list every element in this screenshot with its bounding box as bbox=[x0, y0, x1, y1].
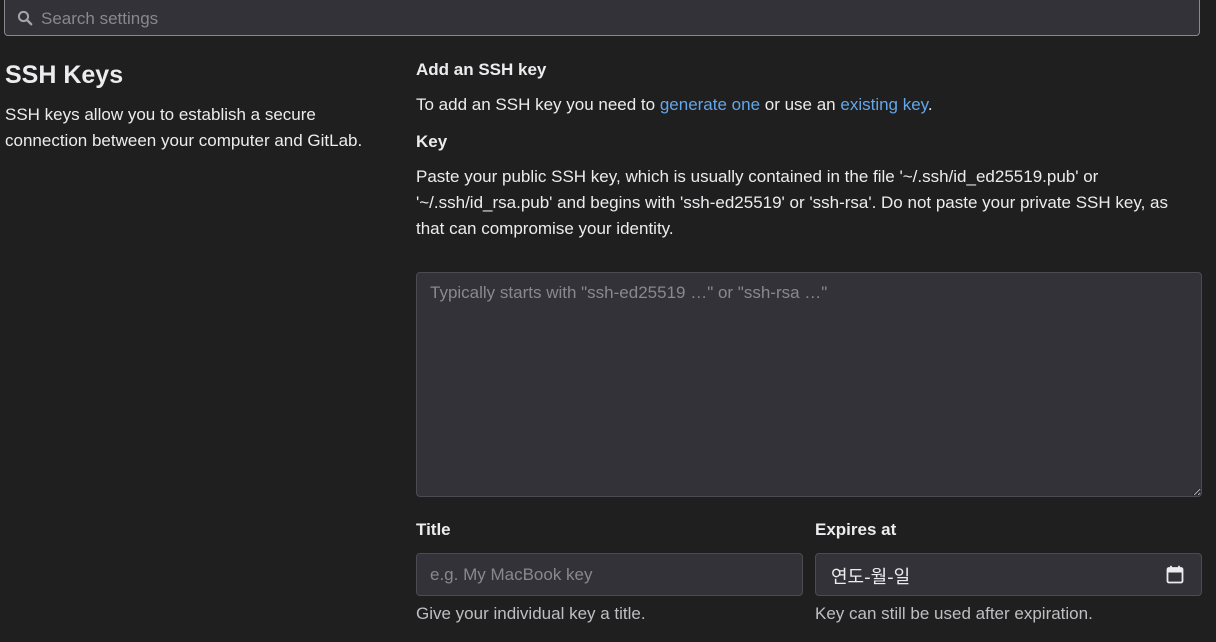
search-bar bbox=[4, 0, 1200, 36]
intro-prefix: To add an SSH key you need to bbox=[416, 95, 660, 114]
intro-middle: or use an bbox=[760, 95, 841, 114]
section-info: SSH Keys SSH keys allow you to establish… bbox=[5, 58, 385, 154]
add-key-heading: Add an SSH key bbox=[416, 60, 547, 79]
title-label: Title bbox=[416, 520, 451, 539]
existing-key-link[interactable]: existing key bbox=[840, 95, 928, 114]
search-input[interactable] bbox=[39, 4, 1183, 34]
expires-date-value: 연도-월-일 bbox=[831, 567, 911, 588]
add-ssh-key-form: Add an SSH key To add an SSH key you nee… bbox=[416, 56, 1202, 623]
add-key-intro: To add an SSH key you need to generate o… bbox=[416, 92, 1202, 118]
expires-date-input[interactable]: 연도-월-일 bbox=[815, 553, 1202, 596]
key-help-text: Paste your public SSH key, which is usua… bbox=[416, 167, 1168, 238]
intro-suffix: . bbox=[927, 95, 933, 114]
section-title: SSH Keys bbox=[5, 61, 124, 89]
expires-help-text: Key can still be used after expiration. bbox=[815, 604, 1093, 623]
generate-one-link[interactable]: generate one bbox=[660, 95, 760, 114]
search-icon bbox=[17, 10, 33, 26]
title-help-text: Give your individual key a title. bbox=[416, 604, 646, 623]
key-textarea[interactable] bbox=[416, 272, 1202, 497]
title-input[interactable] bbox=[416, 553, 803, 596]
key-label: Key bbox=[416, 132, 448, 151]
calendar-icon[interactable] bbox=[1166, 565, 1184, 584]
section-description: SSH keys allow you to establish a secure… bbox=[5, 105, 363, 150]
expires-label: Expires at bbox=[815, 520, 897, 539]
